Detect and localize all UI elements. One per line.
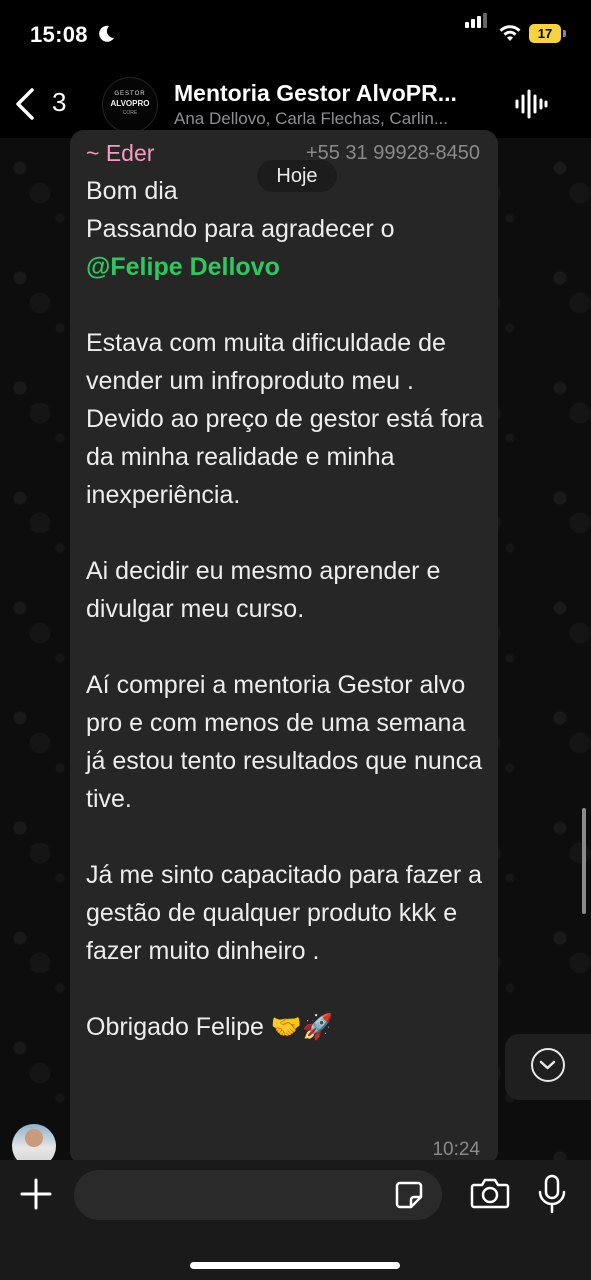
avatar-line3: CORE xyxy=(122,110,138,116)
message-time: 10:24 xyxy=(432,1139,480,1160)
scroll-to-bottom-button[interactable] xyxy=(505,1034,591,1100)
home-indicator[interactable] xyxy=(190,1262,400,1269)
sender-name[interactable]: ~ Eder xyxy=(86,140,154,167)
message-input[interactable] xyxy=(74,1170,442,1220)
day-separator: Hoje xyxy=(257,160,337,192)
unread-count[interactable]: 3 xyxy=(52,87,66,118)
sender-phone[interactable]: +55 31 99928-8450 xyxy=(306,142,480,165)
group-title[interactable]: Mentoria Gestor AlvoPR... xyxy=(174,80,457,107)
chat-header: 3 GESTOR ALVOPRO CORE Mentoria Gestor Al… xyxy=(0,70,591,138)
group-members[interactable]: Ana Dellovo, Carla Flechas, Carlin... xyxy=(174,109,448,129)
status-bar: 15:08 17 xyxy=(0,0,591,70)
plus-icon[interactable] xyxy=(18,1176,54,1212)
moon-icon xyxy=(99,25,114,42)
chevron-down-icon xyxy=(531,1048,565,1082)
voice-chat-icon[interactable] xyxy=(514,88,548,120)
message-bubble[interactable]: ~ Eder +55 31 99928-8450 Bom dia Passand… xyxy=(70,130,498,1165)
avatar-line1: GESTOR xyxy=(114,91,146,97)
battery-tip xyxy=(563,30,566,37)
scrollbar[interactable] xyxy=(582,808,586,914)
avatar-line2: ALVOPRO xyxy=(110,99,150,108)
camera-icon[interactable] xyxy=(470,1176,510,1210)
sticker-icon[interactable] xyxy=(394,1180,424,1210)
mention-link[interactable]: @Felipe Dellovo xyxy=(86,253,280,281)
status-time: 15:08 xyxy=(30,22,88,47)
message-text: Bom dia Passando para agradecer o @Felip… xyxy=(86,172,486,1046)
wifi-icon xyxy=(499,25,521,41)
microphone-icon[interactable] xyxy=(537,1174,567,1214)
battery-indicator: 17 xyxy=(529,24,561,43)
message-text-before: Bom dia Passando para agradecer o xyxy=(86,177,395,243)
group-avatar[interactable]: GESTOR ALVOPRO CORE xyxy=(102,77,158,133)
message-text-after: Estava com muita dificuldade de vender u… xyxy=(86,329,484,1041)
back-chevron-icon[interactable] xyxy=(12,86,38,122)
